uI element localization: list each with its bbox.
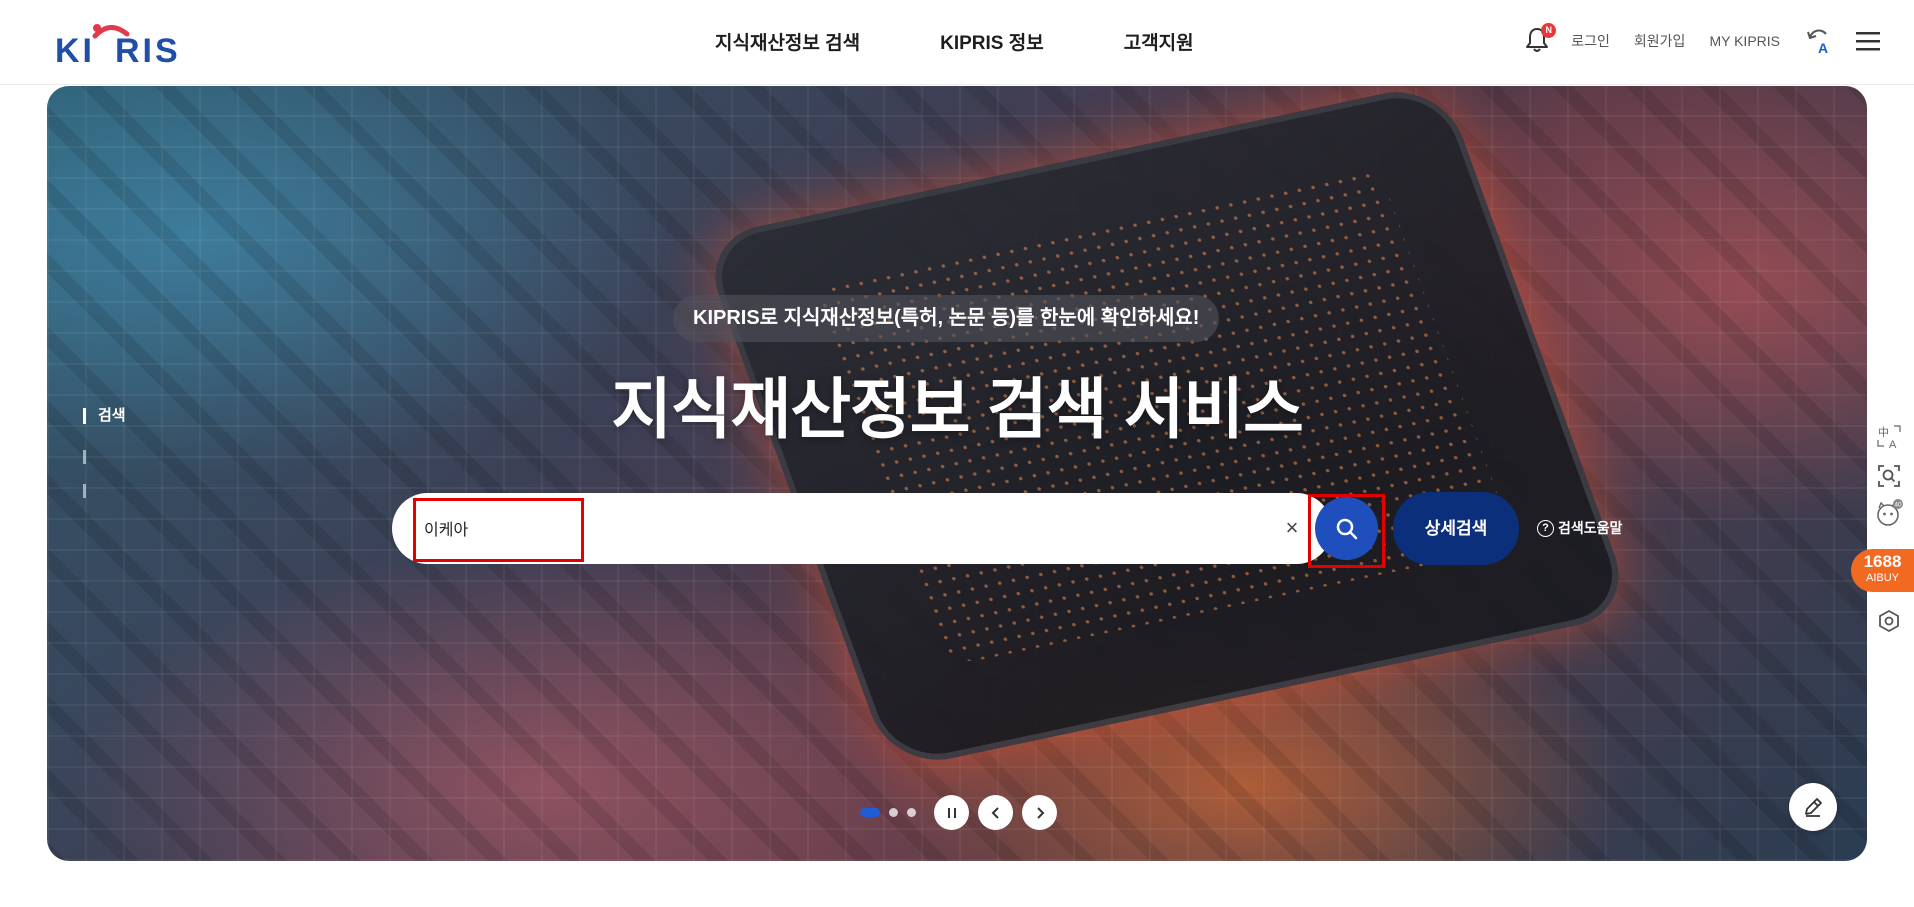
search-help-link[interactable]: ? 검색도움말 (1537, 518, 1622, 538)
login-link[interactable]: 로그인 (1571, 31, 1610, 51)
chevron-left-icon (991, 806, 999, 819)
svg-text:中: 中 (1878, 426, 1889, 439)
advanced-search-button[interactable]: 상세검색 (1393, 492, 1519, 565)
hero-banner: KIPRIS로 지식재산정보(특허, 논문 등)를 한눈에 확인하세요! 지식재… (47, 86, 1867, 861)
svg-text:RIS: RIS (115, 32, 181, 66)
svg-text:A: A (1889, 439, 1897, 450)
hero-title: 지식재산정보 검색 서비스 (611, 372, 1304, 446)
translate-icon: A (1807, 29, 1828, 56)
hero-tagline: KIPRIS로 지식재산정보(특허, 논문 등)를 한눈에 확인하세요! (673, 295, 1220, 342)
svg-text:A: A (1818, 40, 1828, 56)
translate-icon: 中 A (1877, 425, 1901, 450)
pencil-icon (1805, 798, 1822, 817)
kipris-logo[interactable]: KI RIS (55, 22, 220, 70)
header: KI RIS 지식재산정보 검색 KIPRIS 정보 고객지원 N 로그인 회원… (0, 0, 1914, 85)
pause-icon (947, 807, 956, 818)
carousel-pause-button[interactable] (934, 795, 969, 830)
side-tab-indicator[interactable] (83, 450, 86, 464)
side-tab-indicator[interactable] (83, 484, 86, 498)
nav-customer-support[interactable]: 고객지원 (1124, 28, 1194, 55)
carousel-prev-button[interactable] (978, 795, 1013, 830)
aibuy-label: AIBUY (1865, 572, 1899, 584)
clear-search-button[interactable]: × (1280, 506, 1304, 550)
svg-text:KI: KI (55, 32, 95, 66)
hexagon-settings-icon (1879, 609, 1899, 633)
chevron-right-icon (1036, 806, 1044, 819)
page: KI RIS 지식재산정보 검색 KIPRIS 정보 고객지원 N 로그인 회원… (0, 0, 1914, 907)
search-box (392, 493, 1332, 564)
search-help-label: 검색도움말 (1558, 520, 1623, 536)
nav-kipris-info[interactable]: KIPRIS 정보 (940, 28, 1044, 55)
pet-assistant-icon: 40 (1877, 499, 1903, 526)
question-circle-icon: ? (1537, 519, 1554, 537)
language-translate-button[interactable]: A (1804, 26, 1834, 56)
utility-menu: N 로그인 회원가입 MY KIPRIS A (1525, 23, 1880, 56)
side-tab-search[interactable]: 검색 (83, 408, 126, 424)
carousel-dot[interactable] (889, 808, 898, 817)
signup-link[interactable]: 회원가입 (1634, 31, 1686, 51)
scan-search-icon (1878, 465, 1900, 487)
notification-badge: N (1541, 23, 1557, 38)
kipris-logo-image: KI RIS (55, 24, 181, 70)
carousel-dot[interactable] (860, 808, 880, 817)
search-button[interactable] (1315, 497, 1378, 560)
nav-ip-search[interactable]: 지식재산정보 검색 (715, 28, 860, 55)
carousel-dot[interactable] (907, 808, 916, 817)
hamburger-icon (1856, 32, 1880, 51)
edit-button[interactable] (1789, 783, 1837, 831)
carousel-controls (860, 795, 1057, 830)
search-icon (1336, 518, 1357, 539)
my-kipris-link[interactable]: MY KIPRIS (1709, 33, 1780, 49)
carousel-next-button[interactable] (1022, 795, 1057, 830)
aibuy-1688-button[interactable]: 1688 AIBUY (1851, 549, 1914, 592)
search-input[interactable] (424, 503, 1084, 553)
floating-screenshot-search-button[interactable] (1872, 459, 1906, 493)
floating-translate-button[interactable]: 中 A (1872, 420, 1906, 454)
floating-assistant-button[interactable]: 40 (1872, 496, 1906, 530)
hamburger-menu-button[interactable] (1856, 30, 1880, 52)
main-navigation: 지식재산정보 검색 KIPRIS 정보 고객지원 (715, 28, 1194, 55)
aibuy-number: 1688 (1863, 552, 1902, 571)
floating-settings-button[interactable] (1872, 604, 1906, 638)
pet-badge: 40 (1894, 502, 1902, 509)
notification-button[interactable]: N (1525, 23, 1557, 55)
